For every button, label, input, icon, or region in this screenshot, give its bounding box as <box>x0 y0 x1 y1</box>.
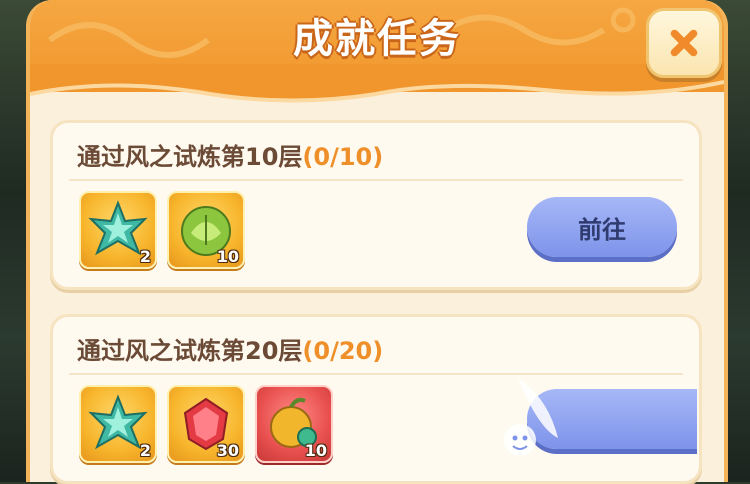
close-icon <box>670 29 698 57</box>
task-title: 通过风之试炼第20层(0/20) <box>77 331 383 366</box>
reward-count: 10 <box>304 441 327 460</box>
task-card-2: 通过风之试炼第20层(0/20) 2 30 10 <box>50 314 702 484</box>
card-divider <box>69 179 683 181</box>
reward-item-red-gem[interactable]: 30 <box>167 385 245 463</box>
task-progress: (0/20) <box>302 337 384 365</box>
reward-count: 10 <box>216 247 239 266</box>
reward-count: 2 <box>139 247 151 266</box>
header-wave-edge <box>30 64 724 103</box>
task-name: 通过风之试炼第10层 <box>77 143 303 171</box>
card-divider <box>69 373 683 375</box>
task-progress: (0/10) <box>302 143 384 171</box>
reward-count: 2 <box>139 441 151 460</box>
reward-count: 30 <box>216 441 239 460</box>
reward-item-golden-fruit[interactable]: 10 <box>255 385 333 463</box>
task-card-1: 通过风之试炼第10层(0/10) 2 10 前往 <box>50 120 702 290</box>
task-title: 通过风之试炼第10层(0/10) <box>77 137 383 172</box>
task-name: 通过风之试炼第20层 <box>77 337 303 365</box>
reward-item-star-crystal[interactable]: 2 <box>79 191 157 269</box>
panel-title: 成就任务 <box>293 16 461 62</box>
reward-item-cabbage[interactable]: 10 <box>167 191 245 269</box>
close-button[interactable] <box>646 8 722 78</box>
watermark-mascot-icon <box>504 378 558 456</box>
go-button[interactable]: 前往 <box>527 197 677 257</box>
reward-item-star-crystal[interactable]: 2 <box>79 385 157 463</box>
